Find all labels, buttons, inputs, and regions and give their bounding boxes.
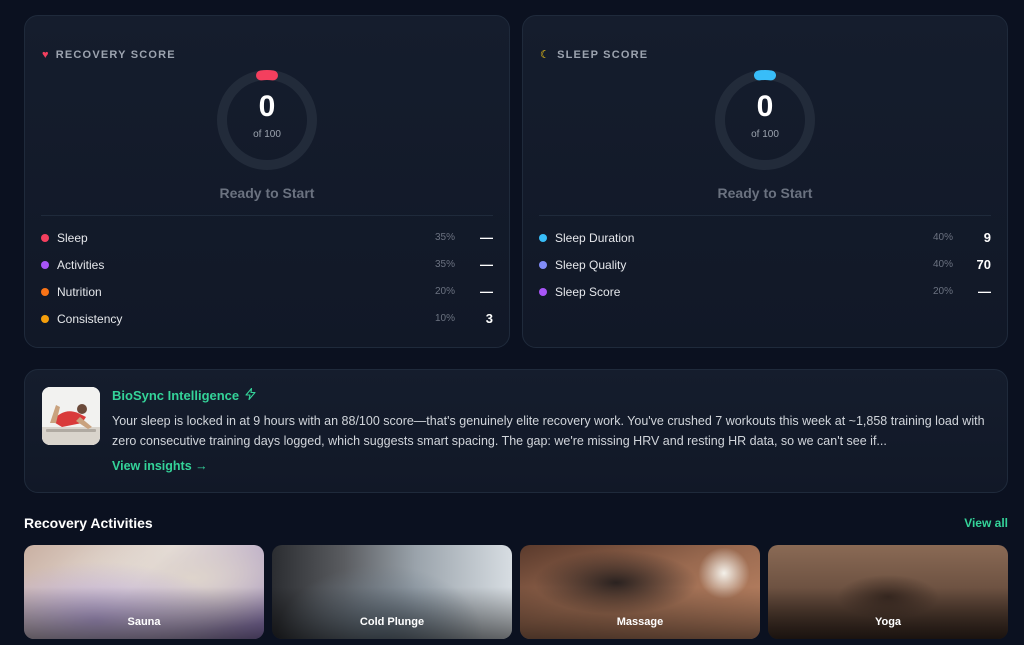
- recovery-score-header: ♥ RECOVERY SCORE: [42, 49, 176, 61]
- metric-value: 3: [485, 311, 493, 326]
- recovery-score-status: Ready to Start: [219, 185, 315, 201]
- recovery-score-card: ♥ RECOVERY SCORE 0 of 100 Ready to Start…: [24, 15, 510, 348]
- metric-weight: 35%: [434, 259, 455, 270]
- metric-label: Sleep Duration: [555, 230, 635, 245]
- activity-card-massage[interactable]: Massage: [520, 545, 760, 639]
- metric-label: Sleep Quality: [555, 257, 627, 272]
- sleep-metric-list: Sleep Duration 40% 9 Sleep Quality 40% 7…: [539, 224, 991, 305]
- metric-weight: 40%: [932, 232, 953, 243]
- sleep-score-value: 0: [756, 90, 774, 123]
- workout-image: [42, 387, 100, 445]
- metric-label: Sleep Score: [555, 284, 621, 299]
- activity-shade: [24, 587, 264, 639]
- activity-card-cold-plunge[interactable]: Cold Plunge: [272, 545, 512, 639]
- metric-row-activities: Activities 35% —: [41, 251, 493, 278]
- view-insights-link[interactable]: View insights →: [112, 459, 208, 473]
- activity-label: Yoga: [874, 616, 902, 628]
- metric-dot: [41, 287, 49, 296]
- sleep-score-title: SLEEP SCORE: [557, 49, 649, 61]
- recovery-activities-title: Recovery Activities: [24, 515, 153, 531]
- bolt-icon: [245, 387, 256, 403]
- sleep-score-header: ☾ SLEEP SCORE: [540, 49, 648, 61]
- metric-value: —: [480, 257, 493, 272]
- metric-label: Sleep: [57, 230, 88, 245]
- metric-row-sleep-duration: Sleep Duration 40% 9: [539, 224, 991, 251]
- metric-row-sleep-score: Sleep Score 20% —: [539, 278, 991, 305]
- insight-text: Your sleep is locked in at 9 hours with …: [112, 414, 985, 448]
- recovery-score-ring: 0 of 100: [215, 68, 319, 172]
- recovery-metric-list: Sleep 35% — Activities 35% — Nutrition 2…: [41, 224, 493, 332]
- recovery-score-max: of 100: [253, 129, 281, 140]
- metric-dot: [41, 233, 49, 242]
- insight-title-text: BioSync Intelligence: [112, 388, 240, 403]
- metric-dot: [539, 260, 547, 269]
- recovery-score-value: 0: [258, 90, 276, 123]
- sleep-score-ring: 0 of 100: [713, 68, 817, 172]
- metric-value: —: [978, 284, 991, 299]
- moon-icon: ☾: [540, 48, 552, 61]
- activity-card-sauna[interactable]: Sauna: [24, 545, 264, 639]
- metric-weight: 20%: [434, 286, 455, 297]
- sleep-score-status: Ready to Start: [717, 185, 813, 201]
- sleep-score-max: of 100: [751, 129, 779, 140]
- metric-row-sleep-quality: Sleep Quality 40% 70: [539, 251, 991, 278]
- activity-shade: [520, 587, 760, 639]
- metric-weight: 40%: [932, 259, 953, 270]
- insight-card: BioSync Intelligence Your sleep is locke…: [24, 369, 1008, 493]
- view-all-link[interactable]: View all: [964, 516, 1008, 530]
- divider: [539, 215, 991, 216]
- insight-thumbnail: [42, 387, 100, 445]
- heart-icon: ♥: [42, 48, 50, 61]
- insight-title: BioSync Intelligence: [112, 387, 256, 403]
- metric-dot: [539, 287, 547, 296]
- activity-label: Cold Plunge: [359, 616, 425, 628]
- activity-shade: [272, 587, 512, 639]
- activity-label: Sauna: [127, 616, 161, 628]
- metric-row-consistency: Consistency 10% 3: [41, 305, 493, 332]
- metric-dot: [41, 314, 49, 323]
- metric-value: 9: [983, 230, 991, 245]
- metric-weight: 10%: [434, 313, 455, 324]
- metric-value: —: [480, 284, 493, 299]
- metric-label: Activities: [57, 257, 105, 272]
- metric-dot: [41, 260, 49, 269]
- metric-row-nutrition: Nutrition 20% —: [41, 278, 493, 305]
- metric-label: Consistency: [57, 311, 123, 326]
- divider: [41, 215, 493, 216]
- metric-weight: 35%: [434, 232, 455, 243]
- metric-row-sleep: Sleep 35% —: [41, 224, 493, 251]
- activity-label: Massage: [616, 616, 664, 628]
- metric-label: Nutrition: [57, 284, 102, 299]
- activity-shade: [768, 587, 1008, 639]
- recovery-score-title: RECOVERY SCORE: [55, 49, 176, 61]
- metric-value: —: [480, 230, 493, 245]
- sleep-score-card: ☾ SLEEP SCORE 0 of 100 Ready to Start Sl…: [522, 15, 1008, 348]
- activity-card-yoga[interactable]: Yoga: [768, 545, 1008, 639]
- metric-value: 70: [976, 257, 991, 272]
- metric-dot: [539, 233, 547, 242]
- metric-weight: 20%: [932, 286, 953, 297]
